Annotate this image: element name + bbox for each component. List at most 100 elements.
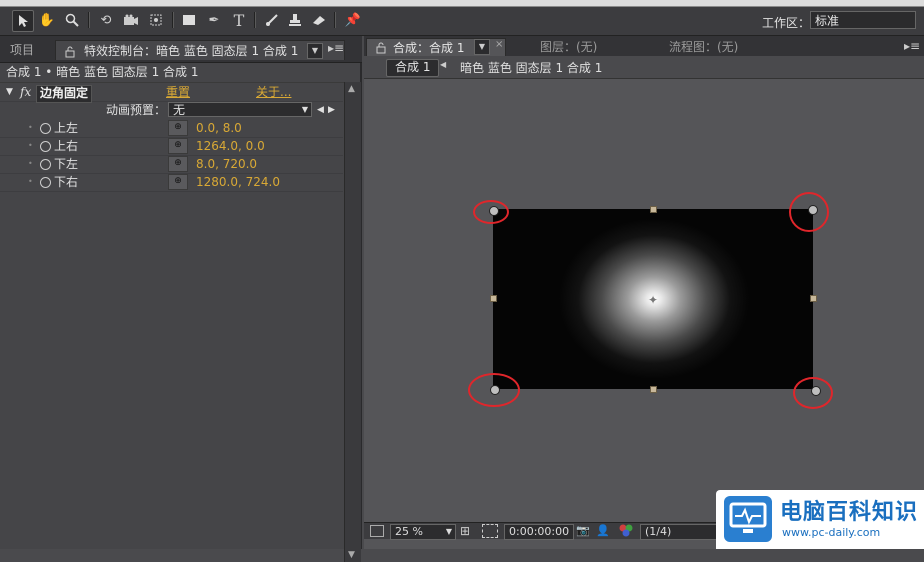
always-preview-icon[interactable]: [370, 525, 384, 537]
annotation-circle-top-right: [789, 192, 829, 232]
tab-project[interactable]: 项目: [2, 40, 58, 60]
layer-handle-right[interactable]: [810, 295, 817, 302]
breadcrumb-comp[interactable]: 合成 1: [386, 59, 440, 77]
zoom-select[interactable]: 25 % ▼: [390, 524, 456, 540]
breadcrumb-layer[interactable]: 暗色 蓝色 固态层 1 合成 1: [460, 59, 602, 76]
param-row-bottom-left: • 下左 ⊕ 8.0, 720.0: [0, 155, 343, 174]
vertical-scrollbar[interactable]: ▲ ▼: [344, 82, 361, 562]
pan-behind-tool-icon[interactable]: [146, 10, 166, 30]
hand-tool-icon[interactable]: ✋: [37, 10, 57, 30]
tab-effect-controls-label: 特效控制台：暗色 蓝色 固态层 1 合成 1: [84, 44, 299, 58]
param-value[interactable]: 0.0, 8.0: [196, 119, 242, 137]
fx-icon[interactable]: fx: [20, 83, 31, 101]
preset-label: 动画预置：: [106, 103, 167, 117]
workspace-select[interactable]: 标准: [810, 11, 916, 29]
crosshair-target-icon[interactable]: ⊕: [168, 138, 188, 154]
layer-handle-bottom[interactable]: [650, 386, 657, 393]
left-tab-strip: 项目 特效控制台：暗色 蓝色 固态层 1 合成 1 ▼ ▸≡: [0, 36, 362, 63]
chevron-down-icon: ▼: [301, 105, 308, 114]
panel-menu-icon[interactable]: ▸≡: [328, 41, 344, 55]
monitor-logo-icon: [724, 496, 772, 542]
clone-stamp-tool-icon[interactable]: [285, 10, 305, 30]
param-value[interactable]: 1264.0, 0.0: [196, 137, 265, 155]
tools-toolbar: ✋ ⟲ ✒ T 📌 工作区： 标准: [0, 7, 924, 36]
snapshot-icon[interactable]: 📷: [576, 524, 590, 537]
param-value[interactable]: 1280.0, 724.0: [196, 173, 280, 191]
preset-prev-icon[interactable]: ◀: [317, 101, 324, 119]
zoom-tool-icon[interactable]: [62, 10, 82, 30]
param-bullet-icon: •: [28, 177, 33, 186]
selection-tool-icon[interactable]: [12, 10, 34, 32]
param-bullet-icon: •: [28, 123, 33, 132]
panel-menu-icon[interactable]: ▸≡: [904, 39, 920, 53]
effect-header-row: ▼ fx 边角固定 重置 关于...: [0, 83, 343, 103]
show-snapshot-icon[interactable]: 👤: [596, 524, 610, 537]
layer-path: 合成 1 • 暗色 蓝色 固态层 1 合成 1: [0, 62, 349, 83]
rectangle-tool-icon[interactable]: [179, 10, 199, 30]
comp-dropdown-button[interactable]: ▼: [474, 39, 490, 55]
param-label: 上左: [54, 121, 79, 135]
mask-visibility-icon[interactable]: [482, 524, 498, 538]
layer-handle-top[interactable]: [650, 206, 657, 213]
stopwatch-icon[interactable]: [40, 177, 51, 188]
param-label: 下右: [54, 175, 79, 189]
param-row-top-right: • 上右 ⊕ 1264.0, 0.0: [0, 137, 343, 156]
resolution-value: (1/4): [645, 525, 672, 538]
preset-select[interactable]: 无 ▼: [168, 102, 312, 117]
tab-composition-label: 合成：合成 1: [393, 41, 465, 55]
camera-tool-icon[interactable]: [121, 10, 141, 30]
layer-handle-left[interactable]: [490, 295, 497, 302]
channel-icon[interactable]: [618, 523, 634, 540]
stopwatch-icon[interactable]: [40, 159, 51, 170]
watermark-title: 电脑百科知识: [780, 500, 919, 525]
puppet-pin-tool-icon[interactable]: 📌: [343, 10, 363, 30]
brush-tool-icon[interactable]: [262, 10, 282, 30]
param-label: 下左: [54, 157, 79, 171]
pen-tool-icon[interactable]: ✒: [204, 10, 224, 30]
anchor-point-icon[interactable]: ✦: [648, 293, 658, 307]
composition-canvas[interactable]: ✦: [493, 209, 813, 389]
effect-controls-panel: 项目 特效控制台：暗色 蓝色 固态层 1 合成 1 ▼ ▸≡ 合成 1 • 暗色…: [0, 36, 362, 562]
scroll-up-icon[interactable]: ▲: [348, 84, 355, 94]
tab-layer[interactable]: 图层：(无): [540, 38, 597, 56]
tab-effect-controls[interactable]: 特效控制台：暗色 蓝色 固态层 1 合成 1: [55, 40, 345, 60]
preset-next-icon[interactable]: ▶: [328, 101, 335, 119]
toolbar-separator: [88, 12, 90, 28]
watermark-logo: 电脑百科知识 www.pc-daily.com: [716, 490, 924, 549]
composition-panel: 合成：合成 1 ▼ × 图层：(无) 流程图：(无) ▸≡ 合成 1 ◀ 暗色 …: [364, 36, 924, 549]
text-tool-icon[interactable]: T: [229, 10, 249, 30]
close-icon[interactable]: ×: [495, 39, 503, 50]
crosshair-target-icon[interactable]: ⊕: [168, 120, 188, 136]
expand-triangle-icon[interactable]: ▼: [6, 83, 13, 101]
resolution-select[interactable]: (1/4): [640, 524, 720, 540]
lock-icon[interactable]: [64, 44, 76, 58]
scroll-down-icon[interactable]: ▼: [348, 550, 355, 560]
param-bullet-icon: •: [28, 141, 33, 150]
eraser-tool-icon[interactable]: [309, 10, 329, 30]
annotation-circle-bottom-right: [793, 377, 833, 409]
stopwatch-icon[interactable]: [40, 123, 51, 134]
reset-link[interactable]: 重置: [166, 83, 190, 101]
zoom-value: 25 %: [395, 525, 423, 538]
preset-value: 无: [173, 103, 186, 117]
param-row-top-left: • 上左 ⊕ 0.0, 8.0: [0, 119, 343, 138]
tab-flowchart[interactable]: 流程图：(无): [669, 38, 738, 56]
right-tab-strip: 合成：合成 1 ▼ × 图层：(无) 流程图：(无) ▸≡: [364, 36, 924, 57]
preset-row: 动画预置： 无 ▼ ◀ ▶: [0, 101, 343, 119]
rotate-tool-icon[interactable]: ⟲: [96, 10, 116, 30]
watermark-url: www.pc-daily.com: [782, 526, 881, 539]
param-value[interactable]: 8.0, 720.0: [196, 155, 257, 173]
breadcrumb-arrow-icon: ◀: [440, 60, 447, 69]
crosshair-target-icon[interactable]: ⊕: [168, 174, 188, 190]
menu-bar[interactable]: [0, 0, 924, 7]
about-link[interactable]: 关于...: [256, 83, 291, 101]
timecode-field[interactable]: 0:00:00:00: [504, 524, 575, 540]
crosshair-target-icon[interactable]: ⊕: [168, 156, 188, 172]
annotation-circle-bottom-left: [468, 373, 520, 407]
toolbar-separator: [254, 12, 256, 28]
toolbar-separator: [334, 12, 336, 28]
param-bullet-icon: •: [28, 159, 33, 168]
safe-zones-icon[interactable]: ⊞: [460, 524, 470, 538]
tab-dropdown-button[interactable]: ▼: [307, 43, 323, 59]
stopwatch-icon[interactable]: [40, 141, 51, 152]
